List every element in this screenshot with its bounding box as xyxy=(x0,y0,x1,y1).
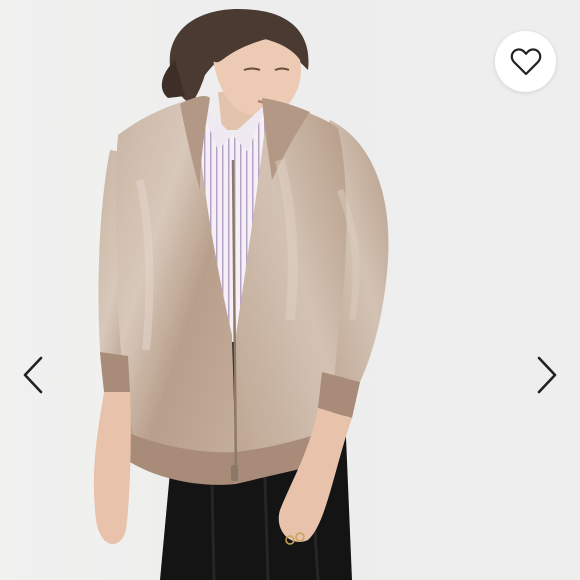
favorite-button[interactable] xyxy=(495,31,556,92)
heart-outline-icon xyxy=(510,47,541,75)
chevron-right-icon xyxy=(537,356,557,394)
product-photo xyxy=(93,8,389,580)
previous-image-button[interactable] xyxy=(16,352,50,398)
chevron-left-icon xyxy=(23,356,43,394)
next-image-button[interactable] xyxy=(530,352,564,398)
product-image-viewer xyxy=(0,0,580,580)
